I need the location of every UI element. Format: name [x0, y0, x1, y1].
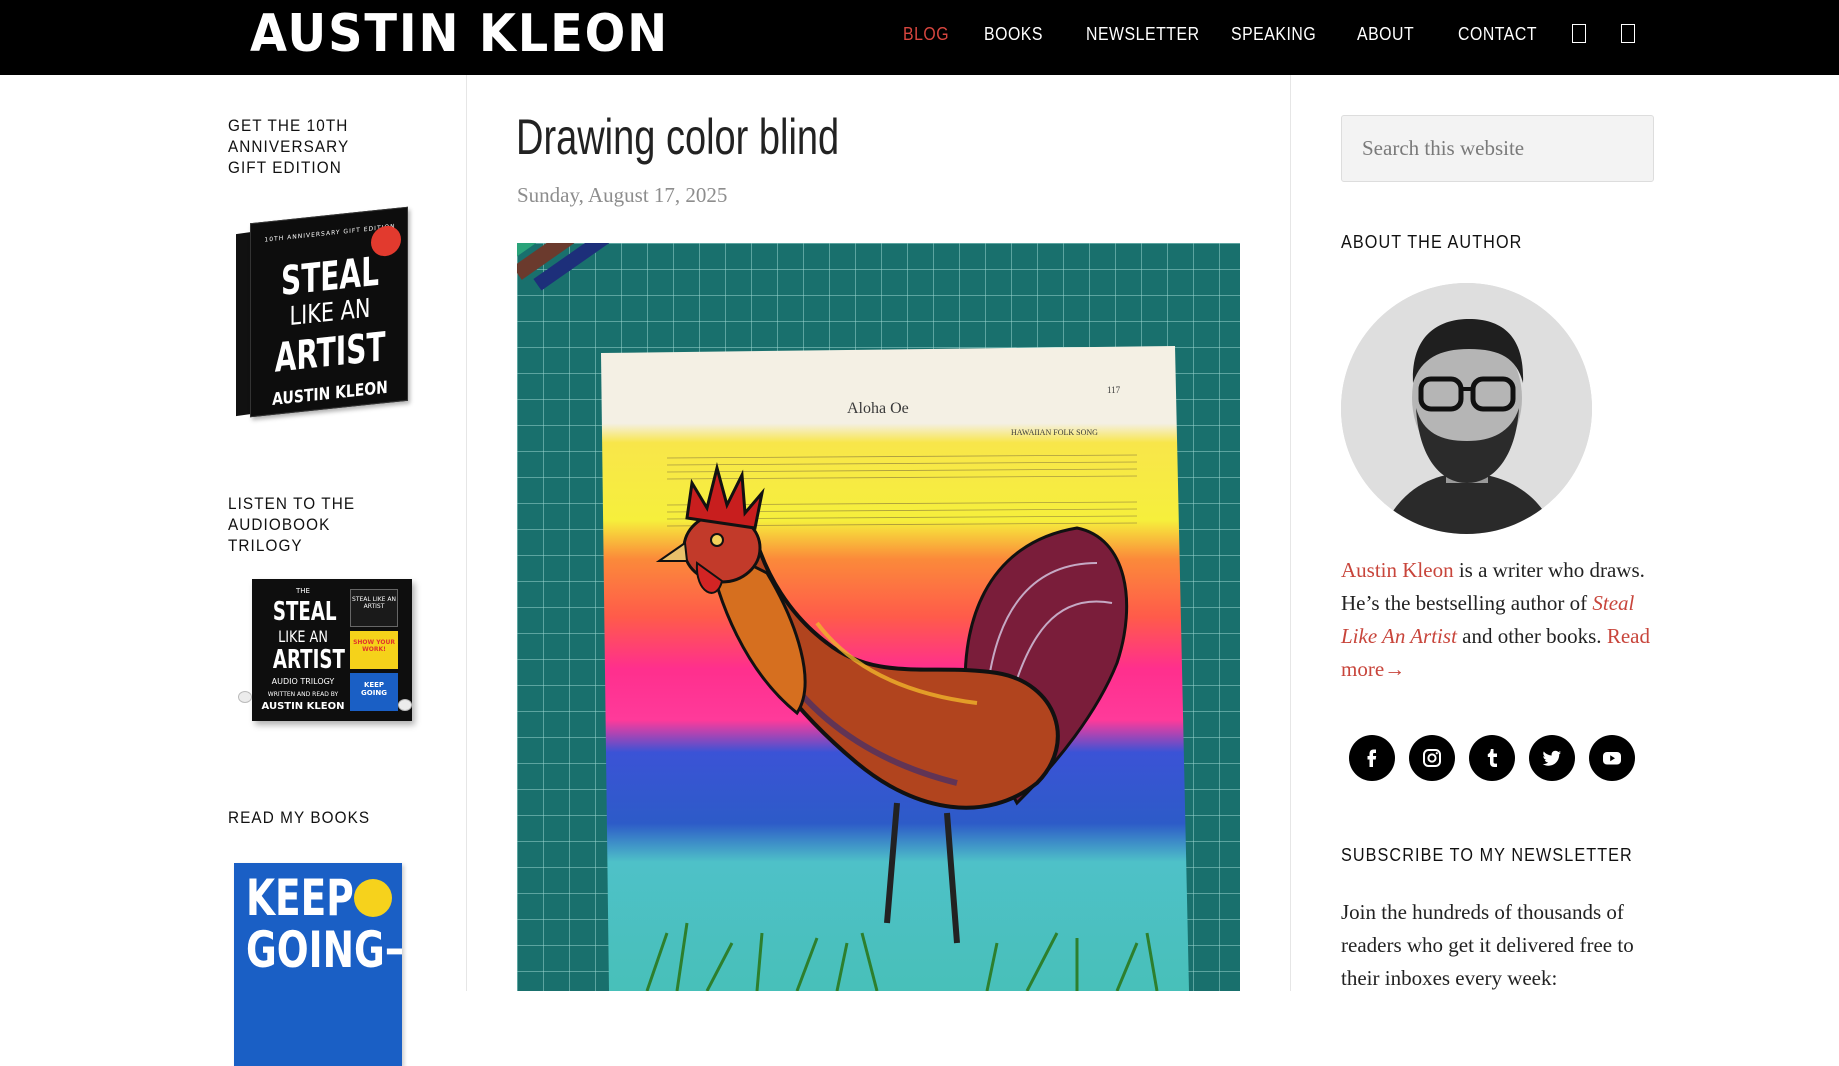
book-badge [354, 879, 392, 917]
left-divider [466, 75, 467, 991]
post-date: Sunday, August 17, 2025 [517, 183, 728, 207]
about-author-title: ABOUT THE AUTHOR [1341, 232, 1523, 252]
audio-title-artist: ARTIST [272, 645, 345, 675]
earbud-left [238, 691, 252, 703]
nav-blog[interactable]: BLOG [903, 24, 949, 45]
newsletter-title: SUBSCRIBE TO MY NEWSLETTER [1341, 845, 1633, 865]
read-my-books-title: READ MY BOOKS [228, 808, 371, 827]
search-input[interactable] [1341, 115, 1654, 182]
audio-credit: WRITTEN AND READ BY [267, 691, 339, 698]
post-title[interactable]: Drawing color blind [516, 108, 839, 166]
tumblr-icon[interactable] [1469, 735, 1515, 781]
audiobook-trilogy-title: LISTEN TO THE AUDIOBOOK TRILOGY [228, 494, 356, 555]
nav-about[interactable]: ABOUT [1357, 24, 1414, 45]
song-subtitle-text: HAWAIIAN FOLK SONG [1011, 428, 1098, 437]
newsletter-text: Join the hundreds of thousands of reader… [1341, 900, 1634, 990]
audio-title-the: THE [296, 587, 310, 595]
audio-title-steal: STEAL [272, 597, 337, 627]
mini-book-keep: KEEP GOING [350, 673, 398, 711]
mini-book-show: SHOW YOUR WORK! [350, 631, 398, 669]
about-text-part-2: and other books. [1456, 624, 1607, 648]
site-header: AUSTIN KLEON BLOG BOOKS NEWSLETTER SPEAK… [0, 0, 1839, 75]
page-number-text: 117 [1107, 385, 1121, 395]
earbud-right [398, 699, 412, 711]
audio-subtitle: AUDIO TRILOGY [271, 677, 335, 686]
nav-newsletter[interactable]: NEWSLETTER [1086, 24, 1200, 45]
audio-box: THE STEAL LIKE AN ARTIST AUDIO TRILOGY W… [252, 579, 412, 721]
keep-going-line-2: GOING→ [246, 921, 402, 979]
song-title-text: Aloha Oe [847, 400, 909, 417]
book-author: AUSTIN KLEON [272, 377, 388, 410]
author-photo [1341, 283, 1592, 534]
rooster-drawing-image[interactable]: Aloha Oe HAWAIIAN FOLK SONG 117 [517, 243, 1240, 991]
audio-author: AUSTIN KLEON [261, 701, 345, 712]
menu-icon[interactable] [1621, 24, 1635, 43]
youtube-icon[interactable] [1589, 735, 1635, 781]
keep-going-line-1: KEEP [246, 869, 354, 927]
nav-contact[interactable]: CONTACT [1458, 24, 1537, 45]
facebook-icon[interactable] [1349, 735, 1395, 781]
book-front: 10TH ANNIVERSARY GIFT EDITION STEAL LIKE… [250, 206, 408, 418]
twitter-icon[interactable] [1529, 735, 1575, 781]
steal-like-an-artist-book[interactable]: 10TH ANNIVERSARY GIFT EDITION STEAL LIKE… [236, 206, 408, 418]
nav-speaking[interactable]: SPEAKING [1231, 24, 1316, 45]
nav-books[interactable]: BOOKS [984, 24, 1043, 45]
rooster-drawing-svg: Aloha Oe HAWAIIAN FOLK SONG 117 [517, 243, 1240, 991]
instagram-icon[interactable] [1409, 735, 1455, 781]
about-text: Austin Kleon is a writer who draws. He’s… [1341, 554, 1661, 686]
left-sidebar: GET THE 10TH ANNIVERSARY GIFT EDITION 10… [228, 75, 466, 1066]
mini-book-steal: STEAL LIKE AN ARTIST [350, 589, 398, 627]
audiobook-trilogy-cover[interactable]: THE STEAL LIKE AN ARTIST AUDIO TRILOGY W… [232, 563, 418, 733]
main-nav: BLOG BOOKS NEWSLETTER SPEAKING ABOUT CON… [0, 0, 1839, 75]
search-icon[interactable] [1572, 24, 1586, 43]
audio-title-likean: LIKE AN [278, 627, 328, 646]
gift-edition-title: GET THE 10TH ANNIVERSARY GIFT EDITION [228, 116, 350, 177]
author-name-link[interactable]: Austin Kleon [1341, 558, 1454, 582]
keep-going-book[interactable]: KEEP GOING→ [234, 863, 402, 1066]
social-icons [1349, 735, 1649, 781]
right-divider [1290, 75, 1291, 991]
book-title-line-3: ARTIST [274, 324, 386, 382]
